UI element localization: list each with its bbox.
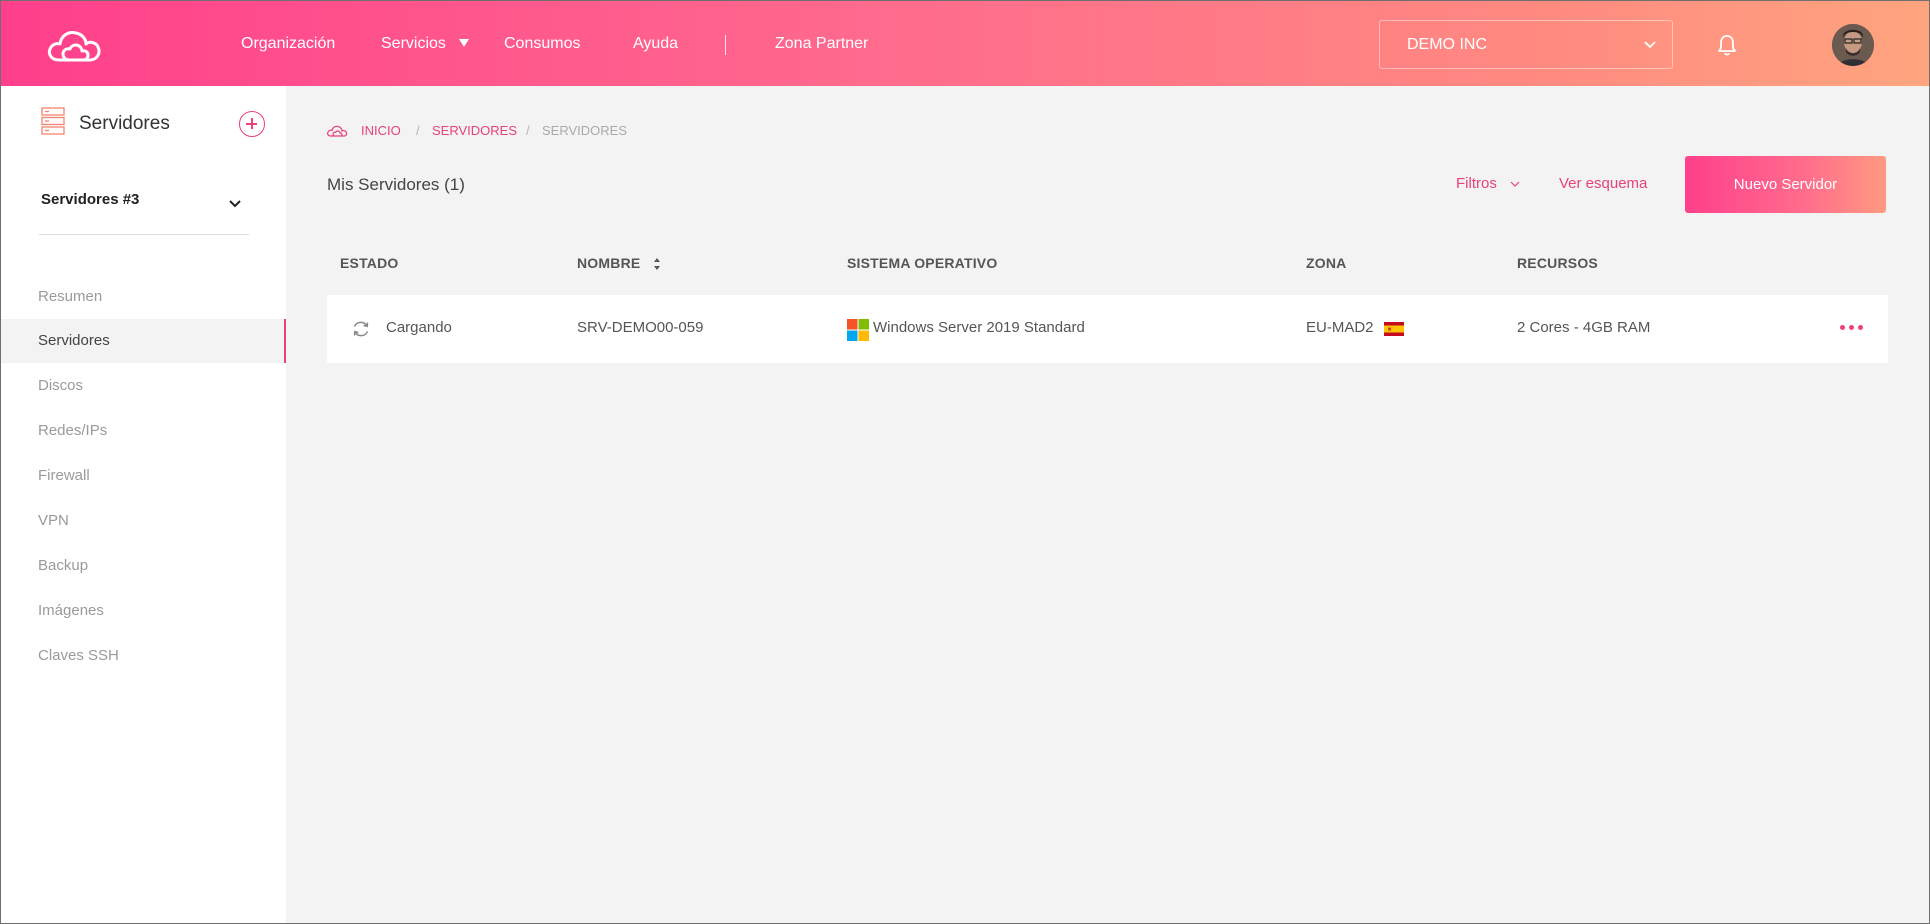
user-photo-icon xyxy=(1832,24,1874,66)
filters-button[interactable]: Filtros xyxy=(1456,175,1497,192)
sidebar-item-servidores[interactable]: Servidores xyxy=(1,319,286,363)
more-options-icon[interactable] xyxy=(1840,325,1864,331)
top-navigation-bar: Organización Servicios Consumos Ayuda Zo… xyxy=(1,1,1929,86)
column-header-recursos: RECURSOS xyxy=(1517,255,1598,271)
sidebar-item-redes-ips[interactable]: Redes/IPs xyxy=(1,409,286,453)
breadcrumb-separator: / xyxy=(416,123,420,138)
view-schema-link[interactable]: Ver esquema xyxy=(1559,175,1647,192)
zone: EU-MAD2 xyxy=(1306,319,1374,336)
server-name[interactable]: SRV-DEMO00-059 xyxy=(577,319,703,336)
sidebar-item-firewall[interactable]: Firewall xyxy=(1,454,286,498)
column-header-nombre[interactable]: NOMBRE xyxy=(577,255,640,271)
organization-select-value: DEMO INC xyxy=(1407,36,1487,53)
spain-flag-icon xyxy=(1384,322,1404,336)
column-header-estado: ESTADO xyxy=(340,255,399,271)
sidebar-divider xyxy=(39,234,249,235)
app-window: Organización Servicios Consumos Ayuda Zo… xyxy=(0,0,1930,924)
windows-logo-icon xyxy=(847,319,869,341)
status-text: Cargando xyxy=(386,319,452,336)
add-server-icon[interactable] xyxy=(239,111,265,137)
breadcrumb-current: SERVIDORES xyxy=(542,123,628,138)
caret-down-icon[interactable] xyxy=(459,39,469,47)
home-cloud-icon[interactable] xyxy=(326,124,348,138)
nav-ayuda[interactable]: Ayuda xyxy=(633,35,678,53)
breadcrumb-inicio[interactable]: INICIO xyxy=(361,123,401,138)
page-title: Mis Servidores (1) xyxy=(327,175,465,194)
table-row[interactable]: Cargando SRV-DEMO00-059 Windows Server 2… xyxy=(327,295,1888,363)
resources: 2 Cores - 4GB RAM xyxy=(1517,319,1651,336)
column-header-zona: ZONA xyxy=(1306,255,1347,271)
chevron-down-icon[interactable] xyxy=(228,199,242,209)
main-content xyxy=(286,86,1929,923)
sidebar-item-claves-ssh[interactable]: Claves SSH xyxy=(1,634,286,678)
sidebar-item-backup[interactable]: Backup xyxy=(1,544,286,588)
breadcrumb-separator: / xyxy=(526,123,530,138)
sidebar-title: Servidores xyxy=(79,113,170,134)
sidebar-item-imagenes[interactable]: Imágenes xyxy=(1,589,286,633)
notification-bell-icon[interactable] xyxy=(1717,34,1737,56)
user-avatar[interactable] xyxy=(1832,24,1874,66)
breadcrumb-servidores[interactable]: SERVIDORES xyxy=(432,123,517,138)
column-header-sistema-operativo: SISTEMA OPERATIVO xyxy=(847,255,998,271)
organization-select[interactable]: DEMO INC xyxy=(1379,20,1673,69)
operating-system: Windows Server 2019 Standard xyxy=(873,319,1085,336)
chevron-down-icon[interactable] xyxy=(1509,180,1521,188)
nav-divider xyxy=(725,35,726,55)
nav-consumos[interactable]: Consumos xyxy=(504,35,580,53)
nav-organizacion[interactable]: Organización xyxy=(241,35,335,53)
chevron-down-icon xyxy=(1644,41,1656,49)
nav-zona-partner[interactable]: Zona Partner xyxy=(775,35,868,53)
sidebar-item-discos[interactable]: Discos xyxy=(1,364,286,408)
loading-refresh-icon xyxy=(353,321,369,337)
cloud-logo-icon[interactable] xyxy=(45,27,107,63)
sidebar-item-resumen[interactable]: Resumen xyxy=(1,275,286,319)
sidebar-item-vpn[interactable]: VPN xyxy=(1,499,286,543)
nav-servicios[interactable]: Servicios xyxy=(381,35,446,53)
new-server-button[interactable]: Nuevo Servidor xyxy=(1685,156,1886,213)
server-icon xyxy=(41,107,65,135)
server-group-selector[interactable]: Servidores #3 xyxy=(41,191,139,208)
sort-icon[interactable] xyxy=(653,257,661,271)
